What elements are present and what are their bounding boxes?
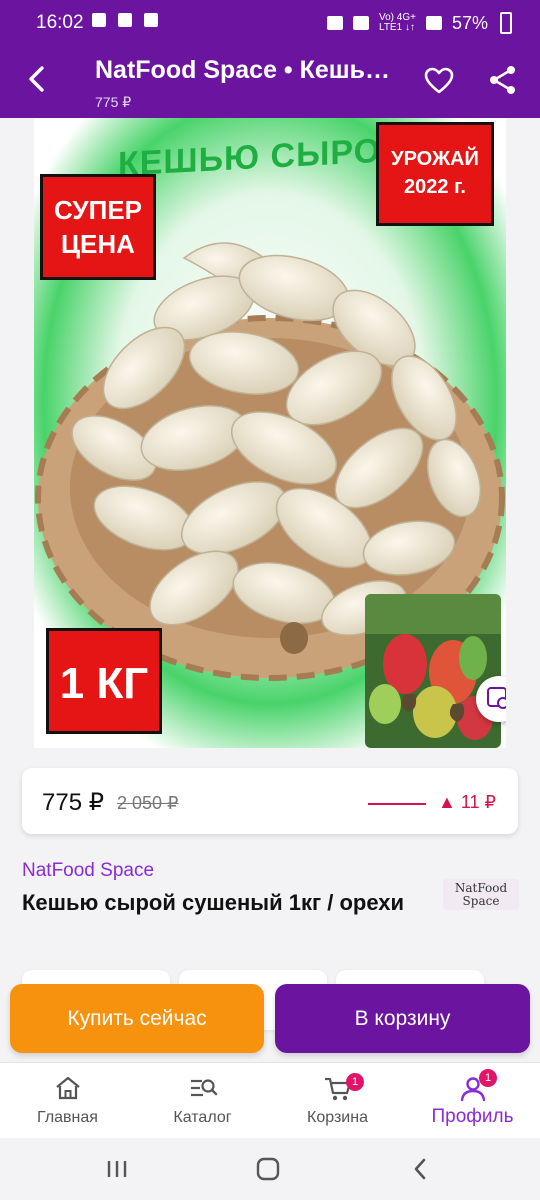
battery-percent: 57% [451, 12, 488, 33]
battery-icon [500, 12, 512, 34]
nav-profile-label: Профиль [431, 1106, 514, 1127]
app-header: NatFood Space • Кешью сырой сушеный 1кг … [0, 44, 540, 118]
home-button-icon[interactable] [253, 1154, 283, 1184]
seller-logo[interactable]: NatFood Space [443, 879, 519, 910]
nav-home-label: Главная [37, 1109, 98, 1126]
super-price-badge: СУПЕР ЦЕНА [40, 174, 156, 280]
lens-search-icon [487, 687, 506, 709]
recent-apps-icon[interactable] [102, 1154, 132, 1184]
nav-cart-label: Корзина [307, 1109, 368, 1126]
nav-home[interactable]: Главная [0, 1063, 135, 1139]
page-title: NatFood Space • Кешью сырой сушеный 1кг … [95, 56, 405, 84]
system-nav-bar [0, 1138, 540, 1200]
image-search-button[interactable] [476, 676, 506, 722]
download-notification-icon [144, 13, 158, 27]
header-price: 775 ₽ [95, 94, 132, 110]
signal-icon [425, 16, 442, 30]
price-trend-line [368, 803, 426, 805]
status-bar: 16:02 Vo) 4G+ LTE1 ↓↑ 57% [0, 0, 540, 44]
back-arrow-icon[interactable] [20, 62, 54, 96]
alarm-icon [327, 16, 343, 30]
price-card[interactable]: 775 ₽ 2 050 ₽ ▲ 11 ₽ [22, 768, 518, 834]
notification-icons [92, 13, 158, 27]
cart-count-badge: 1 [346, 1073, 364, 1091]
catalog-search-icon [190, 1079, 217, 1097]
clock-icon [353, 16, 369, 30]
buy-now-button[interactable]: Купить сейчас [10, 984, 264, 1053]
nav-cart[interactable]: 1 Корзина [270, 1063, 405, 1139]
old-price: 2 050 ₽ [117, 793, 179, 813]
heart-icon[interactable] [424, 66, 454, 96]
harvest-badge: УРОЖАЙ 2022 г. [376, 122, 494, 226]
cashew-fruit-photo [365, 594, 501, 748]
nav-catalog[interactable]: Каталог [135, 1063, 270, 1139]
check-notification-icon [92, 13, 106, 27]
current-price: 775 ₽ [42, 789, 104, 816]
price-trend: ▲ 11 ₽ [438, 792, 496, 812]
network-label: Vo) 4G+ LTE1 ↓↑ [379, 12, 416, 33]
add-to-cart-button[interactable]: В корзину [275, 984, 530, 1053]
status-right: Vo) 4G+ LTE1 ↓↑ 57% [327, 12, 512, 34]
product-image[interactable]: КЕШЬЮ СЫРОЙ СУПЕР ЦЕНА УРОЖАЙ 2022 г. 1 … [34, 118, 506, 748]
system-back-icon[interactable] [405, 1154, 435, 1184]
weight-badge: 1 КГ [46, 628, 162, 734]
gallery-notification-icon [118, 13, 132, 27]
share-icon[interactable] [487, 64, 519, 96]
product-name: Кешью сырой сушеный 1кг / орехи [22, 890, 405, 915]
profile-count-badge: 1 [479, 1069, 497, 1087]
status-time: 16:02 [36, 12, 84, 33]
home-icon [55, 1076, 80, 1100]
nav-catalog-label: Каталог [173, 1109, 232, 1126]
bottom-nav: Главная Каталог 1 Корзина 1 Профиль [0, 1062, 540, 1139]
nav-profile[interactable]: 1 Профиль [405, 1063, 540, 1139]
seller-name[interactable]: NatFood Space [22, 860, 154, 882]
seller-logo-line2: Space [462, 894, 500, 908]
